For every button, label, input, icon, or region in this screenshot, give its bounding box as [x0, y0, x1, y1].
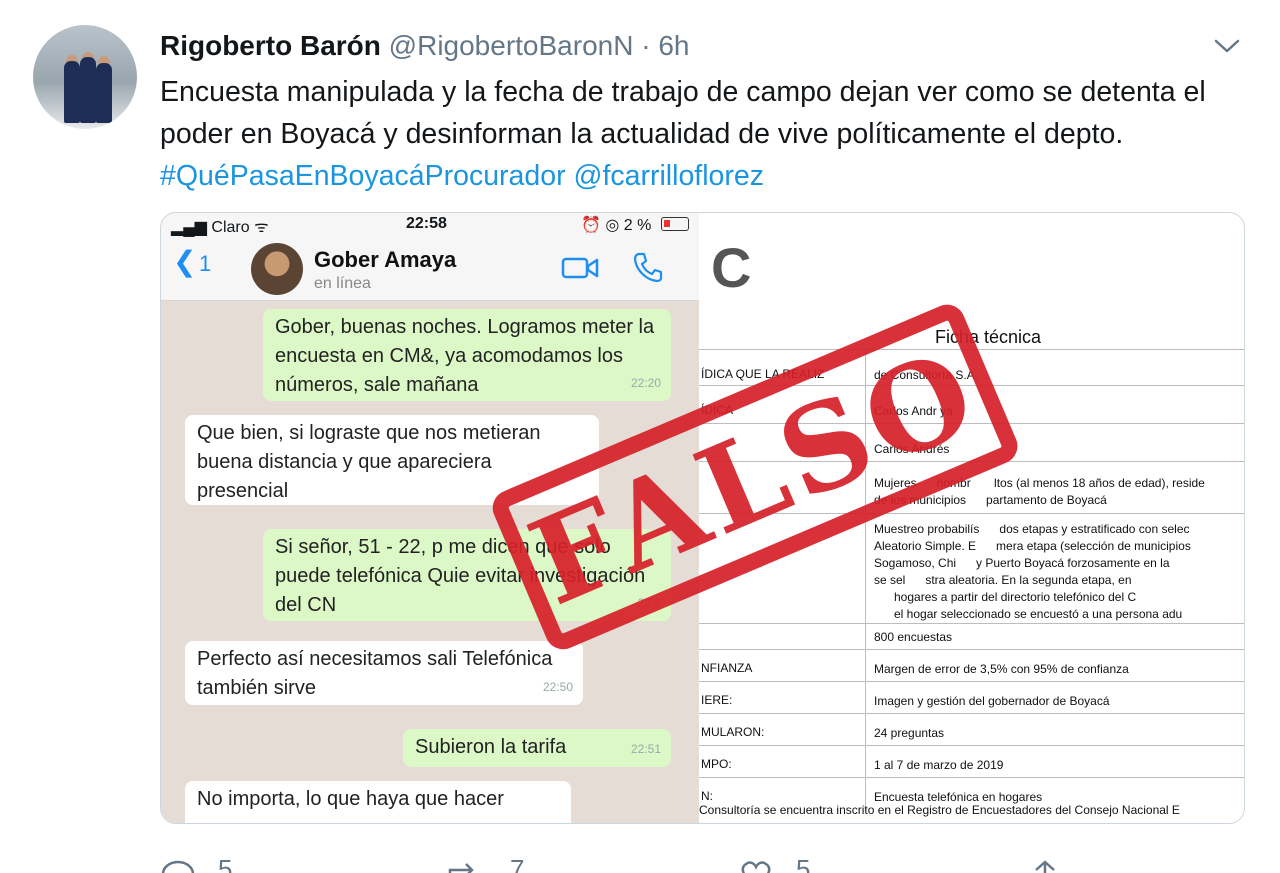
- unread-count[interactable]: 1: [199, 251, 211, 277]
- author-name[interactable]: Rigoberto Barón: [160, 30, 381, 61]
- contact-status: en línea: [314, 275, 371, 292]
- video-call-icon[interactable]: [561, 255, 599, 281]
- tweet-header: Rigoberto Barón @RigobertoBaronN · 6h: [160, 28, 690, 64]
- message-text: Subieron la tarifa: [415, 736, 567, 758]
- table-value: Margen de error de 3,5% con 95% de confi…: [874, 662, 1129, 676]
- reply-count: 5: [218, 854, 233, 873]
- phone-status-bar: ▂▄▆ Claro ᯤ 22:58 ⏰ ◎ 2 %: [161, 213, 699, 237]
- table-divider: [699, 681, 1244, 682]
- header-separator: ·: [641, 30, 651, 61]
- company-logo: C: [711, 236, 752, 299]
- table-divider: [699, 745, 1244, 746]
- carrier-label: ▂▄▆ Claro ᯤ: [171, 215, 269, 237]
- signal-icon: ▂▄▆: [171, 219, 212, 236]
- battery-icon: [661, 217, 689, 231]
- table-divider: [699, 713, 1244, 714]
- table-value: 800 encuestas: [874, 630, 953, 644]
- table-value: 24 preguntas: [874, 726, 945, 740]
- like-count: 5: [796, 854, 811, 873]
- table-divider: [699, 649, 1244, 650]
- table-value: 1 al 7 de marzo de 2019: [874, 758, 1004, 772]
- author-avatar[interactable]: [33, 25, 137, 129]
- contact-name[interactable]: Gober Amaya: [314, 247, 456, 273]
- retweet-icon: [448, 863, 474, 873]
- table-label: IERE:: [701, 693, 733, 707]
- retweet-count: 7: [510, 854, 525, 873]
- table-value: Imagen y gestión del gobernador de Boyac…: [874, 694, 1110, 708]
- message-time: 22:51: [630, 742, 661, 756]
- chat-message-outgoing: Subieron la tarifa 22:51: [403, 729, 671, 767]
- tweet-actions: 5 7 5: [160, 852, 1260, 873]
- phone-call-icon[interactable]: [633, 251, 663, 283]
- table-label: MPO:: [701, 757, 732, 771]
- table-label: N:: [701, 789, 713, 803]
- table-divider: [699, 777, 1244, 778]
- table-value: Muestreo probabilís dos etapas y estrati…: [874, 522, 1191, 621]
- reply-icon: [161, 860, 195, 873]
- mention-link[interactable]: @fcarrilloflorez: [574, 160, 764, 192]
- status-icons: ⏰ ◎ 2 %: [581, 217, 652, 234]
- document-footer: Consultoría se encuentra inscrito en el …: [699, 803, 1180, 817]
- heart-icon: [741, 861, 771, 873]
- chevron-down-icon[interactable]: [1212, 36, 1242, 56]
- avatar-person: [64, 61, 80, 123]
- tweet-time[interactable]: 6h: [658, 30, 689, 61]
- avatar-person: [96, 63, 112, 123]
- author-handle[interactable]: @RigobertoBaronN: [389, 30, 634, 61]
- tweet-text: Encuesta manipulada y la fecha de trabaj…: [160, 71, 1260, 197]
- table-divider: [699, 623, 1244, 624]
- wifi-icon: ᯤ: [249, 219, 269, 236]
- chat-message-incoming: No importa, lo que haya que hacer: [185, 781, 571, 823]
- carrier-name: Claro: [211, 219, 250, 236]
- message-text: Gober, buenas noches. Logramos meter la …: [275, 316, 655, 396]
- phone-clock: 22:58: [406, 215, 447, 232]
- share-icon: [1035, 860, 1055, 873]
- battery-percent: 2 %: [623, 217, 652, 234]
- message-text: No importa, lo que haya que hacer: [197, 788, 504, 810]
- hashtag-link[interactable]: #QuéPasaEnBoyacáProcurador: [160, 160, 566, 192]
- chat-header: ❮ 1 Gober Amaya en línea: [161, 237, 699, 301]
- table-label: MULARON:: [701, 725, 765, 739]
- tweet-body: Encuesta manipulada y la fecha de trabaj…: [160, 76, 1206, 150]
- table-label: NFIANZA: [701, 661, 753, 675]
- back-chevron-icon[interactable]: ❮: [173, 245, 196, 278]
- contact-avatar[interactable]: [251, 243, 303, 295]
- avatar-person: [80, 57, 96, 123]
